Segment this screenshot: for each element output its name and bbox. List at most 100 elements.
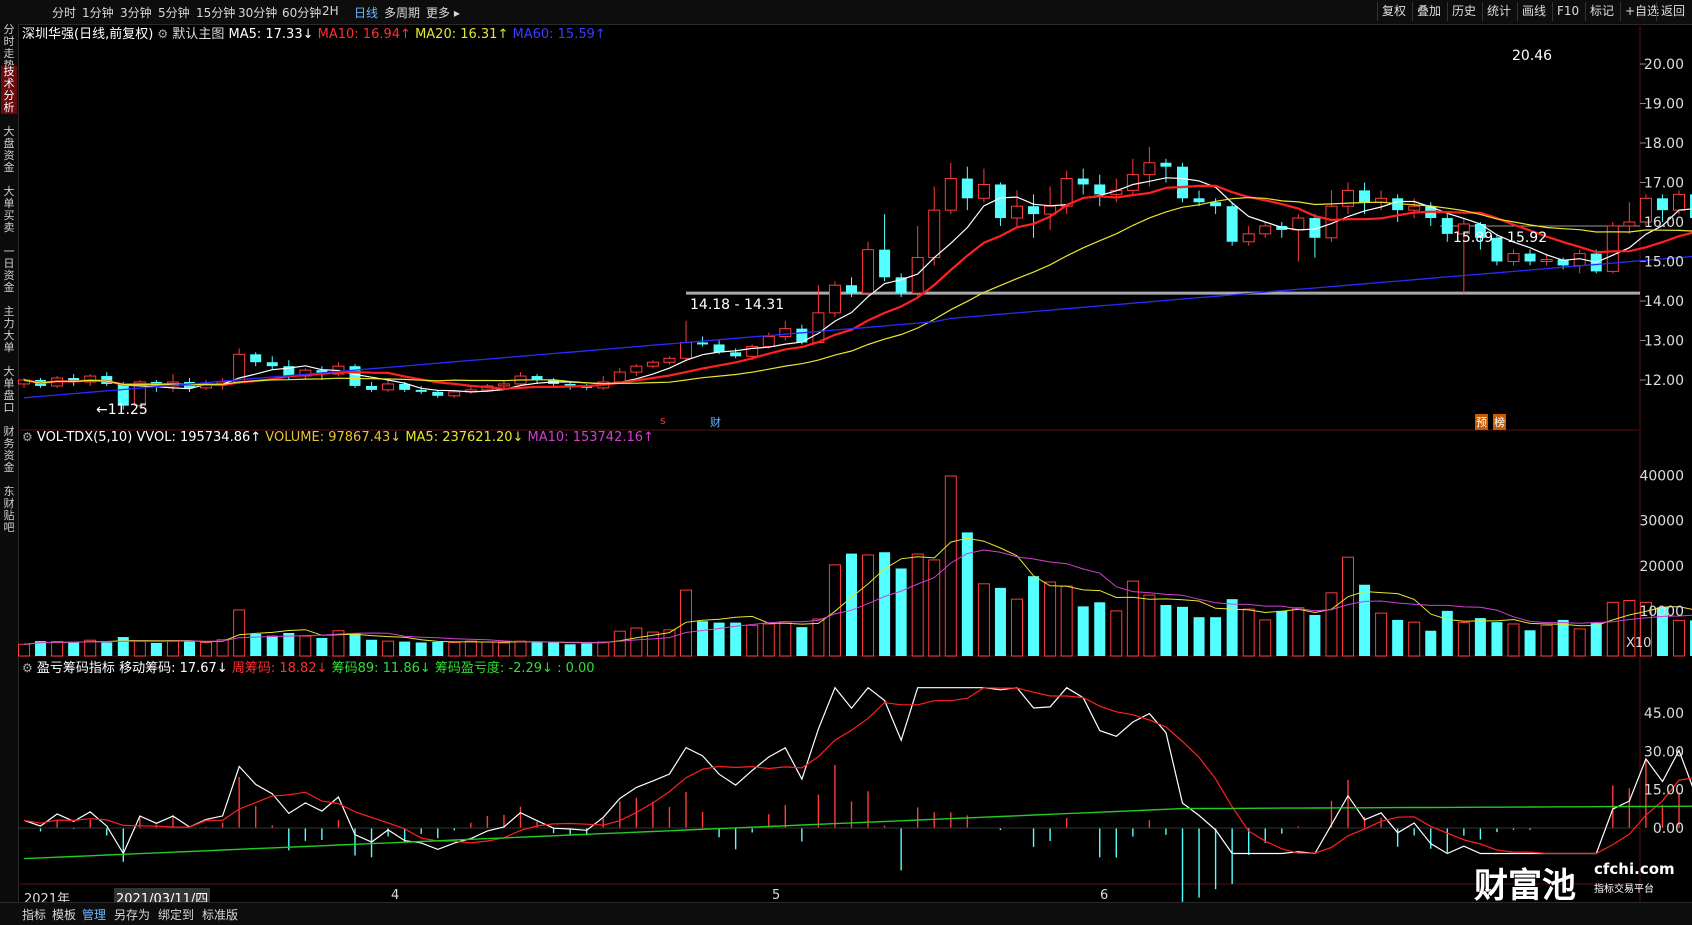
low-price-label: ←11.25 (96, 402, 148, 418)
candle-body (995, 184, 1006, 218)
bottom-tab-3[interactable]: 另存为 (114, 906, 150, 923)
volume-bar (68, 642, 79, 656)
candle-body (1194, 198, 1205, 202)
candle-body (1260, 226, 1271, 234)
volume-bar (101, 642, 112, 656)
volume-bar (962, 532, 973, 656)
volume-bar (763, 624, 774, 656)
ma60-value: MA60: 15.59↑ (512, 27, 605, 42)
ma10-line (24, 165, 1692, 389)
volume-bar (1045, 582, 1056, 656)
bottom-tab-1[interactable]: 模板 (52, 906, 76, 923)
event-marker-forecast[interactable]: 预 (1475, 414, 1488, 430)
grid-lines (18, 24, 1640, 902)
bottom-tab-5[interactable]: 标准版 (202, 906, 238, 923)
candle-body (1541, 260, 1552, 262)
candle-body (1144, 163, 1155, 175)
volume-bar (383, 641, 394, 656)
candle-body (813, 313, 824, 343)
volume-bar (1392, 620, 1403, 656)
main-legend: 深圳华强(日线,前复权) ⚙ 默认主图 MA5: 17.33↓ MA10: 16… (22, 23, 606, 42)
settings-icon[interactable]: ⚙ (22, 430, 33, 444)
candle-body (432, 392, 443, 396)
support-zone-label: 14.18 - 14.31 (690, 297, 784, 313)
volume-bar (1260, 620, 1271, 656)
volume-bar (978, 584, 989, 656)
event-marker-s[interactable]: s (660, 414, 666, 427)
volume-bar (1012, 599, 1023, 656)
volume-bar (995, 588, 1006, 656)
price-tick-label: 16.00 (1644, 215, 1684, 231)
candle-body (383, 384, 394, 390)
candle-body (647, 362, 658, 366)
candle-body (631, 366, 642, 372)
settings-icon[interactable]: ⚙ (22, 661, 33, 675)
candle-body (978, 184, 989, 198)
volume-bar (1574, 629, 1585, 656)
chip-legend: ⚙ 盈亏筹码指标 移动筹码: 17.67↓ 周筹码: 18.82↓ 筹码89: … (22, 657, 595, 676)
volume-bar (780, 622, 791, 656)
volume-bars (19, 463, 1692, 656)
candle-body (449, 392, 460, 396)
volume-bar (829, 565, 840, 656)
candle-body (1442, 218, 1453, 234)
candle-body (416, 390, 427, 392)
ma20-value: MA20: 16.31↑ (415, 27, 508, 42)
watermark-brand: 财富池 (1474, 858, 1576, 907)
ma5-line (24, 146, 1692, 392)
candle-body (879, 250, 890, 278)
resistance-zone-label: 15.89 - 15.92 (1453, 230, 1547, 246)
price-tick-label: 14.00 (1644, 294, 1684, 310)
bottom-tab-0[interactable]: 指标 (22, 906, 46, 923)
vol-indicator-name[interactable]: VOL-TDX(5,10) (37, 430, 132, 445)
volume-bar (631, 628, 642, 656)
volume-bar (184, 641, 195, 656)
candle-body (1293, 218, 1304, 230)
candle-body (697, 342, 708, 344)
date-label-may: 5 (772, 888, 780, 903)
candle-body (1607, 226, 1618, 271)
bottom-tab-4[interactable]: 绑定到 (158, 906, 194, 923)
volume-bar (813, 619, 824, 656)
volume-bar (1508, 624, 1519, 656)
volume-bar (1094, 602, 1105, 656)
volume-bar (532, 642, 543, 656)
event-marker-finance[interactable]: 财 (710, 414, 721, 430)
candle-body (1012, 206, 1023, 218)
vvol-value: VVOL: 195734.86↑ (136, 430, 261, 445)
candle-body (1061, 179, 1072, 207)
stock-title[interactable]: 深圳华强(日线,前复权) (22, 27, 153, 42)
candle-body (664, 358, 675, 362)
chart-area[interactable]: 20.0019.0018.0017.0016.0015.0014.0013.00… (0, 0, 1692, 924)
candle-body (1657, 198, 1668, 210)
volume-bar (1475, 618, 1486, 656)
candle-body (1525, 254, 1536, 262)
volume-bar (1541, 625, 1552, 656)
bottom-tab-2[interactable]: 管理 (82, 906, 106, 923)
chip-tick-label: 0.00 (1653, 821, 1684, 837)
high-price-label: 20.46 (1512, 48, 1552, 64)
volume-bar (1607, 602, 1618, 656)
volume-bar (134, 641, 145, 656)
volume-bar (201, 642, 212, 656)
candle-body (614, 372, 625, 382)
candle-body (1078, 179, 1089, 185)
candle-body (846, 285, 857, 293)
volume-bar (1591, 623, 1602, 656)
volume-bar (796, 627, 807, 656)
candle-body (267, 362, 278, 366)
settings-icon[interactable]: ⚙ (157, 27, 168, 41)
candle-body (1359, 190, 1370, 202)
volume-bar (730, 623, 741, 656)
event-marker-list[interactable]: 榜 (1493, 414, 1506, 430)
candle-body (1227, 206, 1238, 242)
volume-bar (515, 641, 526, 656)
candle-body (498, 384, 509, 386)
volume-bar (350, 633, 361, 656)
bottom-toolbar: 指标模板管理另存为绑定到标准版 (0, 902, 1692, 925)
volume-bar (498, 643, 509, 656)
volume-legend: ⚙ VOL-TDX(5,10) VVOL: 195734.86↑ VOLUME:… (22, 430, 654, 445)
main-template-label[interactable]: 默认主图 (172, 27, 224, 42)
volume-bar (1227, 599, 1238, 656)
chip-indicator-name[interactable]: 盈亏筹码指标 (37, 661, 115, 676)
